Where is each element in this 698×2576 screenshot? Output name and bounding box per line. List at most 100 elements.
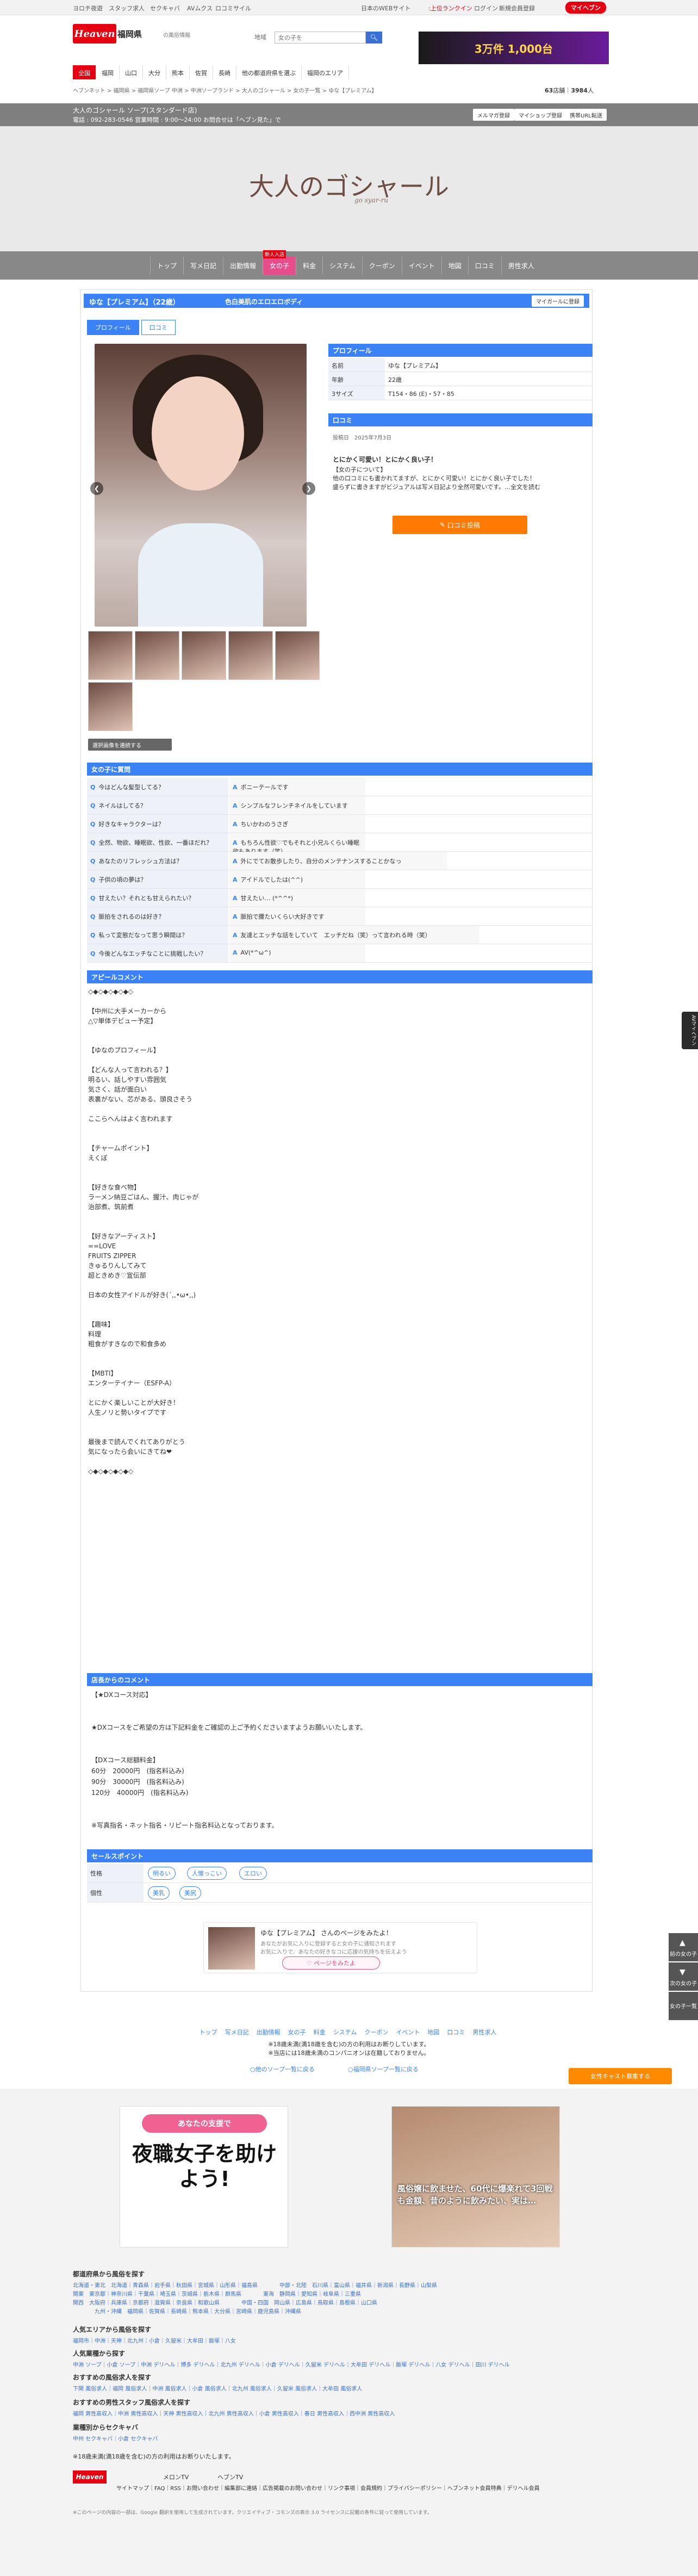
shop-nav-item[interactable]: トップ bbox=[150, 257, 183, 275]
ad-banner-support[interactable]: あなたの支援で 夜職女子を助けよう! bbox=[120, 2106, 288, 2247]
next-girl-button[interactable]: ▼ 次の女の子 bbox=[669, 1962, 698, 1991]
register-link[interactable]: 新規会員登録 bbox=[499, 4, 535, 13]
top-right-rank[interactable]: :上位ランクイン bbox=[428, 4, 472, 13]
next-photo-icon[interactable]: ❯ bbox=[302, 482, 315, 495]
top-link[interactable]: ロコミサイル bbox=[215, 4, 251, 13]
footer-nav-item[interactable]: 女の子 bbox=[288, 2028, 306, 2036]
footer-nav-item[interactable]: 地図 bbox=[427, 2028, 439, 2036]
shop-nav-item[interactable]: システム bbox=[322, 257, 362, 275]
gnav-item[interactable]: 長崎 bbox=[213, 65, 236, 79]
gnav-item[interactable]: 他の都道府県を選ぶ bbox=[236, 65, 302, 79]
shop-nav-item[interactable]: 料金 bbox=[296, 257, 322, 275]
photo-thumbnail[interactable] bbox=[135, 631, 179, 680]
login-link[interactable]: ログイン bbox=[474, 4, 498, 13]
footer-nav-item[interactable]: クーポン bbox=[364, 2028, 388, 2036]
footer-nav-item[interactable]: システム bbox=[333, 2028, 357, 2036]
shop-logo[interactable]: 大人のゴシャール go syar-ru bbox=[246, 155, 452, 215]
top-link[interactable]: AVムクス bbox=[187, 4, 213, 13]
all-photos-button[interactable]: 選択画像を連続する bbox=[88, 739, 172, 751]
prev-girl-button[interactable]: ▲ 前の女の子 bbox=[669, 1933, 698, 1961]
photo-thumbnail[interactable] bbox=[88, 682, 133, 731]
tab-review[interactable]: 口コミ bbox=[141, 320, 176, 335]
shop-nav-item[interactable]: 口コミ bbox=[468, 257, 501, 275]
back-link[interactable]: ○福岡県ソープ一覧に戻る bbox=[348, 2065, 419, 2073]
shop-nav-item[interactable]: クーポン bbox=[362, 257, 402, 275]
footer-section-title: おすすめの風俗求人を探す bbox=[73, 2374, 152, 2381]
photo-thumbnail[interactable] bbox=[228, 631, 273, 680]
shop-nav-item[interactable]: イベント bbox=[401, 257, 441, 275]
review-body[interactable]: 【女の子について】 他の口コミにも書かれてますが、とにかく可愛い！とにかく良い子… bbox=[333, 466, 588, 492]
search-input[interactable] bbox=[275, 32, 366, 44]
photo-thumbnail[interactable] bbox=[182, 631, 226, 680]
footer-section-links[interactable]: 中洲 ソープ｜小倉 ソープ｜中洲 デリヘル｜博多 デリヘル｜北九州 デリヘル｜小… bbox=[73, 2361, 622, 2370]
qa-answer: 脈拍で腰たいくらい大好きです bbox=[240, 913, 325, 920]
footer-nav-item[interactable]: 口コミ bbox=[447, 2028, 465, 2036]
footer-nav-item[interactable]: 料金 bbox=[314, 2028, 326, 2036]
recruit-button[interactable]: 女性キャスト募集する bbox=[569, 2068, 672, 2084]
footer-section-links[interactable]: 福岡市｜中洲｜天神｜北九州｜小倉｜久留米｜大牟田｜飯塚｜八女 bbox=[73, 2337, 622, 2346]
profile-value: ゆな【プレミアム】 bbox=[388, 362, 442, 369]
gnav-item[interactable]: 大分 bbox=[143, 65, 166, 79]
gnav-item[interactable]: 熊本 bbox=[166, 65, 190, 79]
my-girl-button[interactable]: マイガールに登録 bbox=[532, 295, 584, 307]
footer-melon-logo[interactable]: メロンTV bbox=[163, 2473, 189, 2481]
back-link[interactable]: ○他のソープ一覧に戻る bbox=[250, 2065, 315, 2073]
footer-section-links[interactable]: 北海道・東北 北海道｜青森県｜岩手県｜秋田県｜宮城県｜山形県｜福島県 中部・北陸… bbox=[73, 2282, 622, 2317]
girl-name: ゆな【プレミアム】（22歳） bbox=[89, 299, 180, 307]
search-button[interactable]: 🔍︎ bbox=[366, 32, 382, 44]
age-note: ※18歳未満(満18歳を含む)の方の利用はお断りしています。 bbox=[268, 2041, 430, 2048]
girl-main-photo[interactable] bbox=[95, 344, 307, 627]
profile-row: 年齢 22歳 bbox=[328, 372, 593, 386]
top-link[interactable]: スタッフ求人 bbox=[109, 4, 145, 13]
mailmag-button[interactable]: メルマガ登録 bbox=[473, 109, 514, 121]
shop-nav-item[interactable]: 新人入店女の子 bbox=[263, 250, 296, 275]
footer-heaven-logo[interactable]: Heaven bbox=[73, 2470, 107, 2484]
gnav-item[interactable]: 福岡のエリア bbox=[302, 65, 349, 79]
tab-profile[interactable]: プロフィール bbox=[87, 320, 139, 335]
footer-nav-item[interactable]: 出勤情報 bbox=[257, 2028, 281, 2036]
footer-section-links[interactable]: 福岡 男性高収入｜中洲 男性高収入｜天神 男性高収入｜北九州 男性高収入｜小倉 … bbox=[73, 2410, 622, 2419]
mobile-url-button[interactable]: 携帯URL転送 bbox=[565, 109, 607, 121]
shop-nav-item[interactable]: 出勤情報 bbox=[223, 257, 263, 275]
footer-nav-item[interactable]: 男性求人 bbox=[472, 2028, 496, 2036]
profile-value: 22歳 bbox=[388, 376, 402, 383]
new-girl-badge: 新人入店 bbox=[263, 250, 286, 258]
ad-banner-story[interactable]: 風俗嬢に飲ませた、60代に爆楽れて3回戦も金額、昔のように飲みたい、実は… bbox=[391, 2106, 560, 2247]
footer-nav-item[interactable]: 写メ日記 bbox=[225, 2028, 249, 2036]
photo-thumbnail[interactable] bbox=[275, 631, 320, 680]
shop-nav-item[interactable]: 写メ日記 bbox=[183, 257, 223, 275]
footer-nav-item[interactable]: トップ bbox=[200, 2028, 217, 2036]
prev-photo-icon[interactable]: ❮ bbox=[90, 482, 103, 495]
qa-answer: 外にでてお散歩したり、自分のメンテナンスすることかなっ bbox=[240, 858, 402, 865]
top-link[interactable]: ヨロチ夜遊 bbox=[73, 4, 103, 13]
gnav-item[interactable]: 佐賀 bbox=[190, 65, 213, 79]
gnav-item[interactable]: 全国 bbox=[73, 65, 96, 79]
fav-button[interactable]: ♡ ページをみたよ bbox=[282, 1956, 380, 1970]
heaven-logo[interactable]: Heaven bbox=[73, 24, 116, 44]
side-pill[interactable]: AVマイヘブン bbox=[682, 1012, 698, 1049]
shop-nav-label: 女の子 bbox=[270, 262, 290, 270]
footer-section-links[interactable]: 下関 風俗求人｜福岡 風俗求人｜中洲 風俗求人｜小倉 風俗求人｜北九州 風俗求人… bbox=[73, 2385, 622, 2394]
qa-row: Q 甘えたい？それとも甘えられたい？ A 甘えたい… (*^^*) bbox=[87, 889, 593, 907]
qa-question: 子供の頃の夢は？ bbox=[98, 876, 147, 883]
header-banner[interactable]: 3万件 1,000台 bbox=[419, 32, 609, 64]
myheaven-button[interactable]: マイヘブン bbox=[565, 2, 606, 14]
shop-nav-item[interactable]: 地図 bbox=[441, 257, 468, 275]
footer-links[interactable]: サイトマップ｜FAQ｜RSS｜お問い合わせ｜編集部に連絡｜広告掲載のお問い合わせ… bbox=[116, 2484, 595, 2492]
fav-sub: あなたがお気に入りに登録すると女の子に通知されます お気に入りで、あなたの好きな… bbox=[260, 1941, 407, 1955]
footer-section-links[interactable]: 中州 セクキャバ｜小倉 セクキャバ bbox=[73, 2435, 622, 2444]
girl-list-button[interactable]: 女の子一覧 bbox=[669, 1992, 698, 2020]
breadcrumb[interactable]: ヘブンネット > 福岡県 > 福岡県ソープ 中洲 > 中洲ソープランド > 大人… bbox=[73, 86, 377, 94]
photo-thumbnail[interactable] bbox=[88, 631, 133, 680]
shop-count: 63 bbox=[545, 87, 553, 94]
gnav-item[interactable]: 福岡 bbox=[96, 65, 120, 79]
gnav-item[interactable]: 山口 bbox=[120, 65, 143, 79]
qa-question: 私って変態だなって思う瞬間は？ bbox=[98, 932, 188, 939]
top-link[interactable]: セクキャバ bbox=[150, 4, 180, 13]
footer-nav-item[interactable]: イベント bbox=[396, 2028, 420, 2036]
footer-heaventv-logo[interactable]: ヘブンTV bbox=[217, 2473, 243, 2481]
shop-contact: 電話 : 092-283-0546 営業時間 : 9:00〜24:00 お問合せ… bbox=[73, 116, 281, 123]
myshop-button[interactable]: マイショップ登録 bbox=[514, 109, 566, 121]
shop-nav-item[interactable]: 男性求人 bbox=[501, 257, 541, 275]
review-post-button[interactable]: ✎ 口コミ投稿 bbox=[392, 516, 527, 534]
